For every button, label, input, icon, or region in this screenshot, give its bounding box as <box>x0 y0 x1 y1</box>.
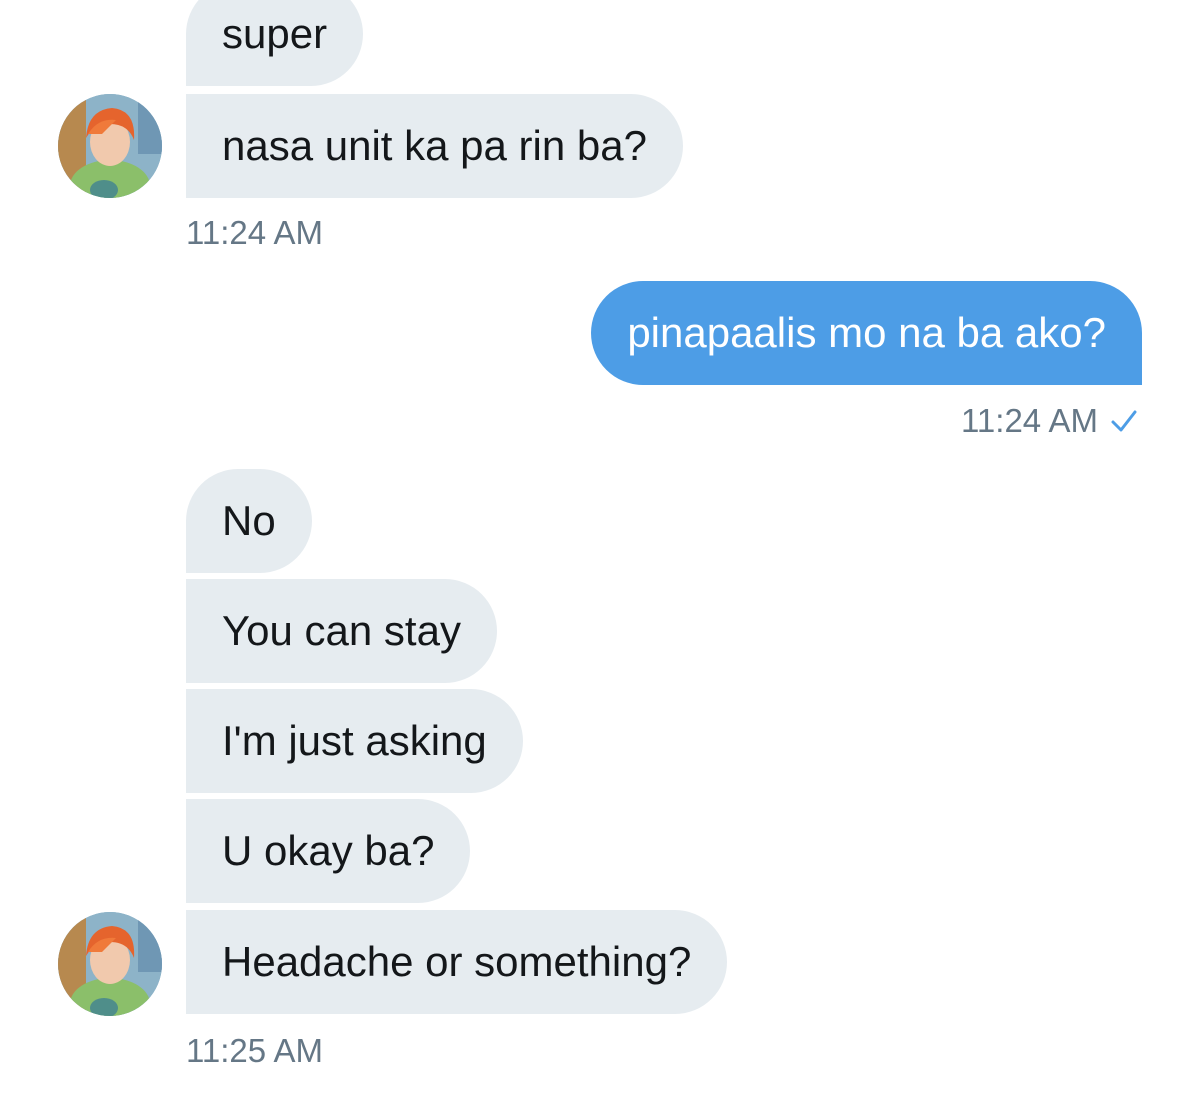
message-bubble-incoming[interactable]: No <box>186 469 312 573</box>
message-bubble-incoming[interactable]: You can stay <box>186 579 497 683</box>
checkmark-icon <box>1110 407 1138 435</box>
avatar-image <box>58 94 162 198</box>
message-bubble-incoming[interactable]: Headache or something? <box>186 910 728 1014</box>
timestamp: 11:24 AM <box>961 402 1098 439</box>
message-bubble-incoming[interactable]: nasa unit ka pa rin ba? <box>186 94 683 198</box>
timestamp-row: 11:24 AM <box>961 402 1138 440</box>
message-bubble-incoming[interactable]: U okay ba? <box>186 799 471 903</box>
message-bubble-incoming[interactable]: super <box>186 0 364 86</box>
timestamp: 11:24 AM <box>186 214 323 251</box>
message-bubble-incoming[interactable]: I'm just asking <box>186 689 523 793</box>
message-bubble-outgoing[interactable]: pinapaalis mo na ba ako? <box>591 281 1142 385</box>
contact-avatar[interactable] <box>58 912 162 1016</box>
avatar-image <box>58 912 162 1016</box>
timestamp: 11:25 AM <box>186 1032 323 1069</box>
contact-avatar[interactable] <box>58 94 162 198</box>
